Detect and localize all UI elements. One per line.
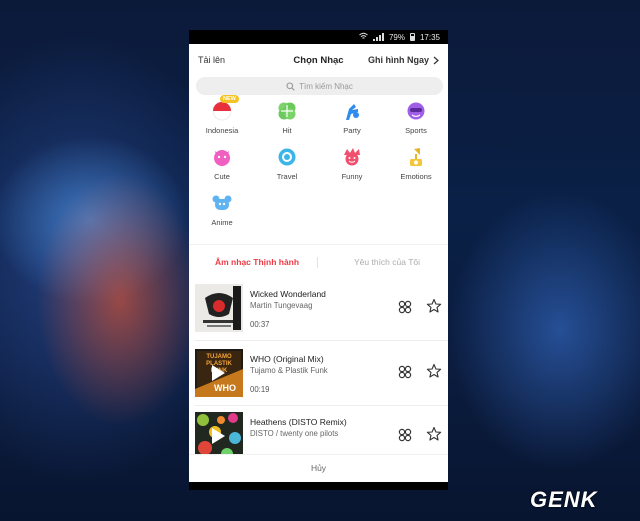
travel-icon [276,146,298,168]
signal-icon [372,33,384,41]
music-tabs: Âm nhạc Thịnh hành Yêu thích của Tôi [189,252,448,274]
category-label: Sports [405,126,427,135]
category-label: Hit [282,126,292,135]
track-duration: 00:19 [250,385,270,394]
track-artist: Martin Tungevaag [250,301,313,310]
track-duration: 00:37 [250,320,270,329]
party-icon [341,100,363,122]
track-title: WHO (Original Mix) [250,354,324,364]
category-label: Party [343,126,361,135]
funny-icon [341,146,363,168]
category-sports[interactable]: Sports [383,100,448,135]
battery-percent: 79% [388,32,405,42]
favorite-star-icon[interactable] [426,363,442,379]
status-bar: 79% 17:35 [189,30,448,44]
album-cover [195,412,243,460]
header: Tải lên Chọn Nhạc Ghi hình Ngay [189,44,448,76]
play-icon[interactable] [212,428,225,444]
phone-screen: 79% 17:35 Tải lên Chọn Nhạc Ghi hình Nga… [189,30,448,490]
search-input[interactable]: Tìm kiếm Nhạc [196,77,443,95]
track-row[interactable]: Wicked Wonderland Martin Tungevaag 00:37 [189,280,448,340]
track-title: Wicked Wonderland [250,289,326,299]
tab-trending-music[interactable]: Âm nhạc Thịnh hành [215,257,299,267]
effects-grid-icon[interactable] [398,428,412,442]
category-travel[interactable]: Travel [254,146,320,181]
category-indonesia[interactable]: NEW Indonesia [189,95,255,135]
category-hit[interactable]: Hit [254,100,320,135]
category-emotions[interactable]: Emotions [383,146,448,181]
emotions-icon [405,146,427,168]
category-label: Anime [211,218,233,227]
search-icon [286,81,295,91]
divider [189,244,448,245]
category-cute[interactable]: Cute [189,146,255,181]
album-cover: TUJAMO PLASTIK FUNK WHO [195,349,243,397]
hit-icon [276,100,298,122]
upload-button[interactable]: Tải lên [198,55,225,65]
track-title: Heathens (DISTO Remix) [250,417,347,427]
svg-text:TUJAMO: TUJAMO [206,354,232,360]
battery-icon [409,33,415,41]
record-now-button[interactable]: Ghi hình Ngay [368,55,439,65]
cancel-label: Hủy [310,462,327,473]
chevron-right-icon [433,56,439,64]
cute-icon [211,146,233,168]
new-badge: NEW [220,95,239,103]
effects-grid-icon[interactable] [398,365,412,379]
nav-bar [189,482,448,490]
cancel-button[interactable]: Hủy [189,454,448,480]
category-label: Travel [276,172,298,181]
category-party[interactable]: Party [319,100,385,135]
play-icon[interactable] [212,365,225,381]
anime-icon [211,192,233,214]
effects-grid-icon[interactable] [398,300,412,314]
sports-icon [405,100,427,122]
record-now-label: Ghi hình Ngay [367,55,429,65]
track-artist: DISTO / twenty one pilots [250,429,339,438]
category-anime[interactable]: Anime [189,192,255,227]
category-label: Emotions [400,172,432,181]
clock: 17:35 [419,32,440,42]
svg-text:WHO: WHO [214,383,236,393]
indonesia-flag-icon: NEW [211,95,239,122]
wifi-icon [359,32,368,42]
row-divider [195,405,448,406]
genk-watermark-logo: GENK [530,487,598,512]
tab-divider [317,257,318,268]
track-artist: Tujamo & Plastik Funk [250,366,328,375]
favorite-star-icon[interactable] [426,298,442,314]
tab-my-favorites[interactable]: Yêu thích của Tôi [354,257,420,267]
album-cover [195,284,243,332]
favorite-star-icon[interactable] [426,426,442,442]
category-funny[interactable]: Funny [319,146,385,181]
row-divider [195,340,448,341]
category-label: Cute [214,172,230,181]
search-placeholder: Tìm kiếm Nhạc [299,81,353,91]
track-row[interactable]: TUJAMO PLASTIK FUNK WHO WHO (Original Mi… [189,345,448,405]
category-label: Funny [341,172,363,181]
category-label: Indonesia [205,126,239,135]
